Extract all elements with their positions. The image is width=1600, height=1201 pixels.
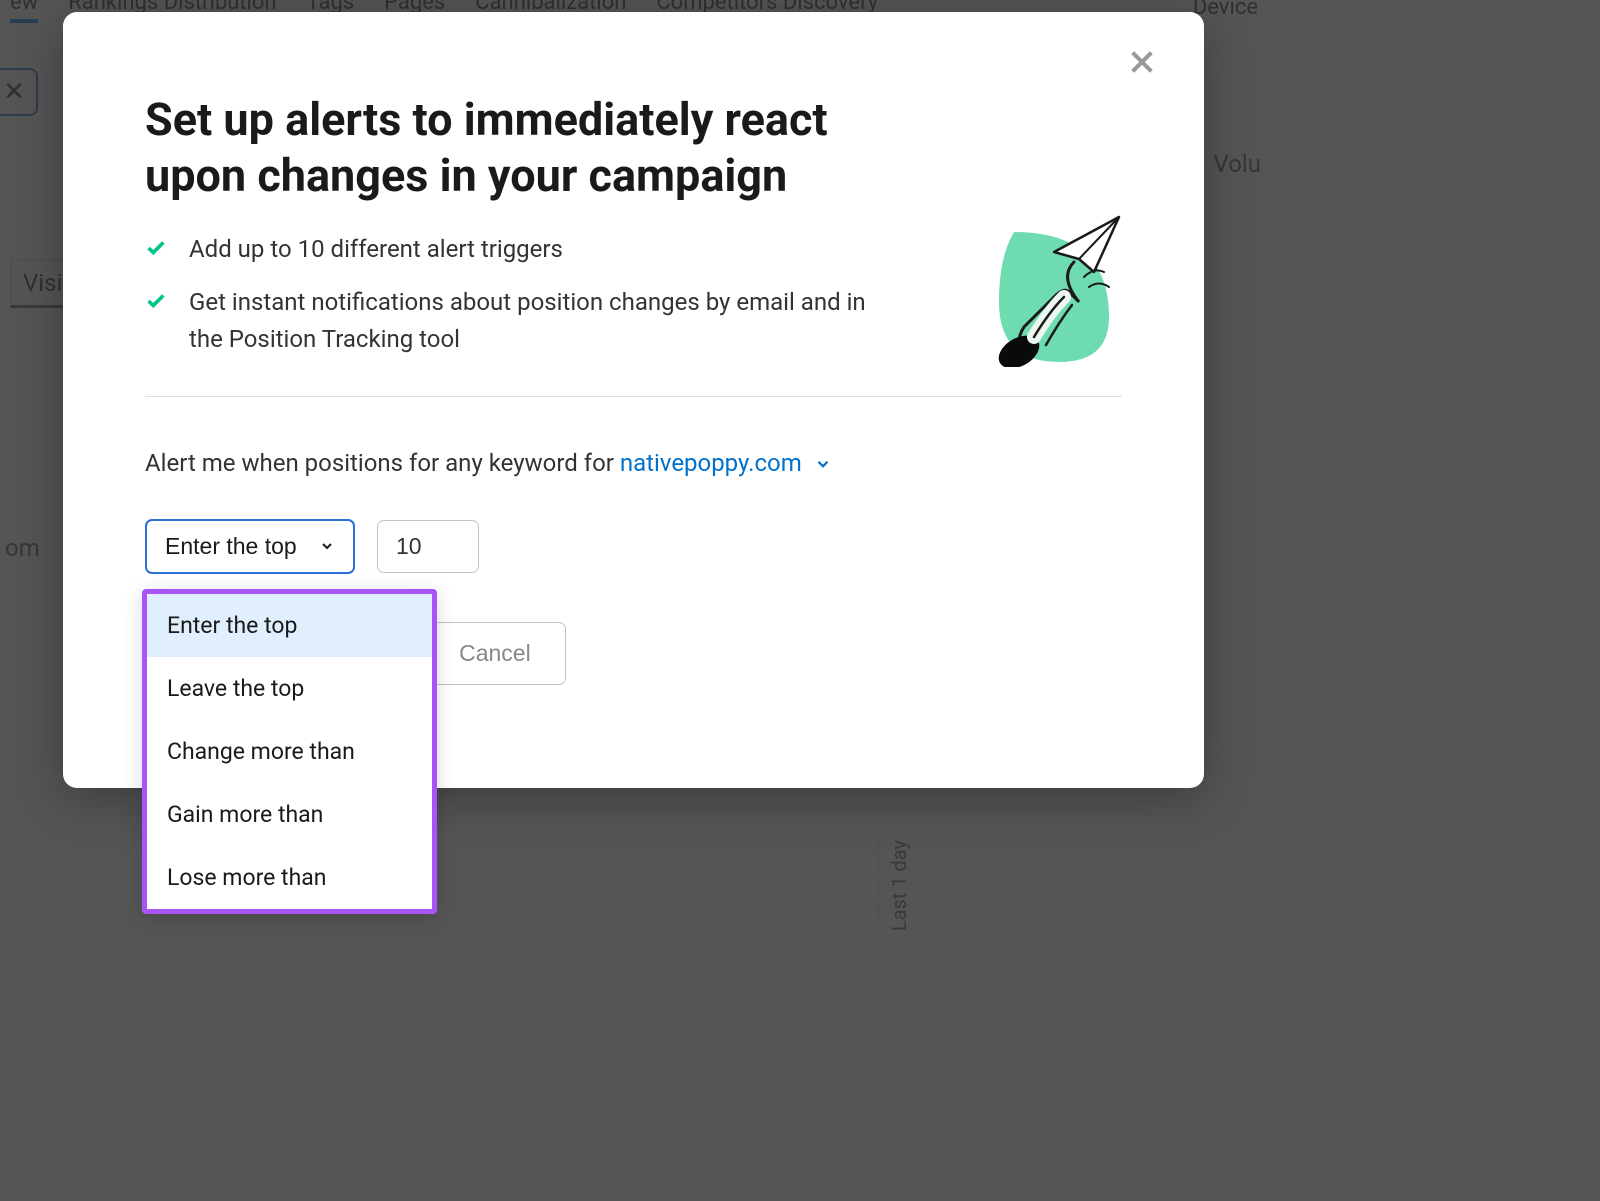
- dropdown-option-gain-more[interactable]: Gain more than: [147, 783, 432, 846]
- condition-controls: Enter the top: [145, 519, 1122, 574]
- close-icon: [1126, 46, 1158, 78]
- condition-type-selected: Enter the top: [165, 533, 297, 560]
- feature-text: Get instant notifications about position…: [189, 284, 879, 358]
- feature-text: Add up to 10 different alert triggers: [189, 231, 563, 268]
- alert-sentence-text: Alert me when positions for any keyword …: [145, 449, 620, 477]
- check-icon: [145, 237, 167, 259]
- threshold-input[interactable]: [377, 520, 479, 573]
- dropdown-option-leave-top[interactable]: Leave the top: [147, 657, 432, 720]
- paper-plane-illustration: [964, 207, 1124, 367]
- divider: [145, 396, 1122, 397]
- dropdown-option-lose-more[interactable]: Lose more than: [147, 846, 432, 909]
- chevron-down-icon: [814, 451, 832, 479]
- close-button[interactable]: [1122, 42, 1162, 82]
- dropdown-option-change-more[interactable]: Change more than: [147, 720, 432, 783]
- condition-type-dropdown: Enter the top Leave the top Change more …: [142, 589, 437, 914]
- check-icon: [145, 290, 167, 312]
- dropdown-option-enter-top[interactable]: Enter the top: [147, 594, 432, 657]
- domain-name: nativepoppy.com: [620, 449, 802, 477]
- alert-condition-sentence: Alert me when positions for any keyword …: [145, 449, 1122, 479]
- modal-title: Set up alerts to immediately react upon …: [145, 92, 925, 205]
- cancel-button[interactable]: Cancel: [424, 622, 566, 685]
- condition-type-select[interactable]: Enter the top: [145, 519, 355, 574]
- chevron-down-icon: [319, 538, 335, 554]
- domain-selector[interactable]: nativepoppy.com: [620, 449, 832, 477]
